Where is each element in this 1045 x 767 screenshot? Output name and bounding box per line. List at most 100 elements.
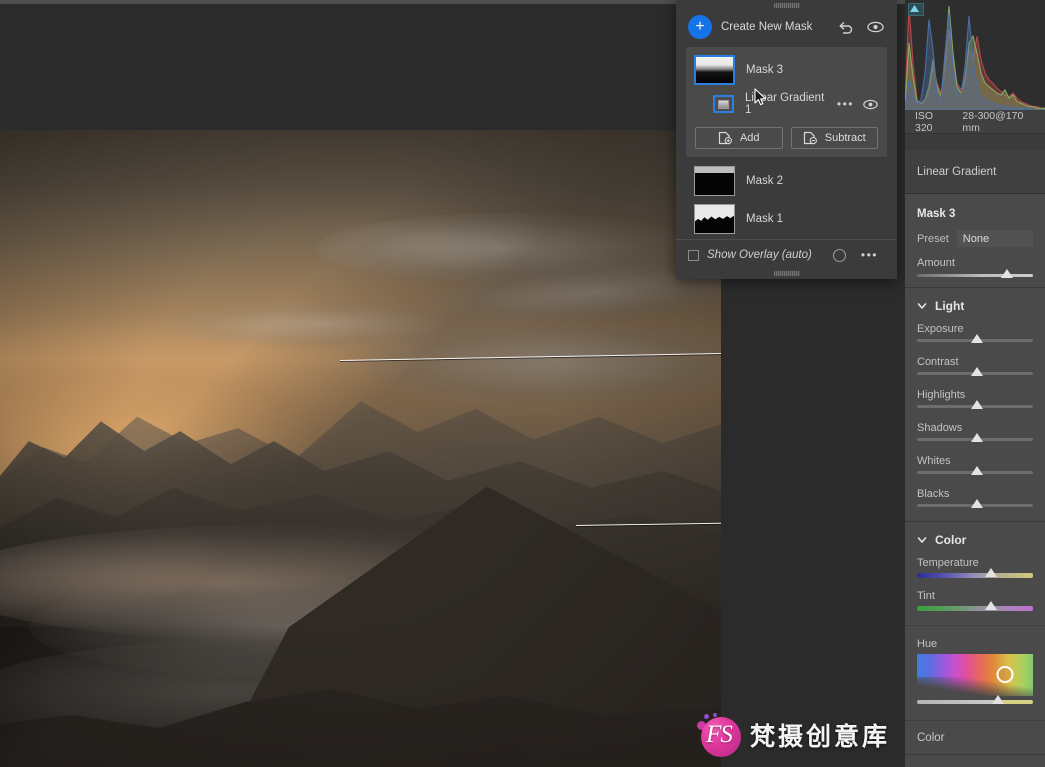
mask-row-mask-1[interactable]: Mask 1 <box>686 200 887 238</box>
mask-thumbnail[interactable] <box>694 204 735 234</box>
mask-list: Mask 3 Linear Gradient 1 ••• Add Subtrac… <box>676 47 897 238</box>
mask-row-mask-3[interactable]: Mask 3 <box>686 51 887 89</box>
show-overlay-checkbox[interactable] <box>688 249 699 261</box>
mask-thumbnail[interactable] <box>694 55 735 85</box>
mask-settings-section: Mask 3 Preset None Amount <box>905 194 1045 287</box>
hue-base-track[interactable] <box>917 695 1033 704</box>
tint-knob[interactable] <box>985 601 998 610</box>
chevron-down-icon <box>917 537 927 543</box>
color-swatch-row[interactable]: Color <box>905 720 1045 754</box>
hue-spectrum[interactable] <box>917 654 1033 696</box>
preset-row: Preset None <box>905 230 1045 257</box>
mask-thumb-top-bar <box>695 167 734 173</box>
eye-icon[interactable] <box>865 18 885 36</box>
photo-vignette <box>0 130 721 767</box>
tint-label: Tint <box>917 590 935 602</box>
preset-dropdown[interactable]: None <box>956 230 1033 247</box>
create-new-mask-label[interactable]: Create New Mask <box>721 21 827 33</box>
amount-track[interactable] <box>917 269 1033 278</box>
hue-knob[interactable] <box>996 666 1014 683</box>
color-section-title: Color <box>935 533 967 547</box>
light-slider-highlights[interactable]: Highlights <box>905 389 1045 422</box>
photo-preview[interactable] <box>0 130 721 767</box>
light-slider-track[interactable] <box>917 334 1033 343</box>
preset-label: Preset <box>917 232 949 245</box>
panel-drag-handle-bottom[interactable] <box>773 271 800 276</box>
light-slider-shadows[interactable]: Shadows <box>905 422 1045 455</box>
light-slider-track[interactable] <box>917 433 1033 442</box>
light-slider-knob[interactable] <box>971 334 984 343</box>
lens-value: 28-300@170 mm <box>962 109 1024 134</box>
photo-image <box>0 130 721 767</box>
light-slider-track[interactable] <box>917 499 1033 508</box>
curve-section-header[interactable]: Curve <box>905 754 1045 767</box>
sub-mask-row-linear-gradient-1[interactable]: Linear Gradient 1 ••• <box>686 88 887 119</box>
shadow-clipping-icon[interactable] <box>908 3 924 16</box>
right-sidebar: ISO 320 28-300@170 mm Linear Gradient Ma… <box>905 0 1045 767</box>
active-tool-label: Linear Gradient <box>905 150 1045 194</box>
light-slider-track[interactable] <box>917 400 1033 409</box>
hue-fade-mask <box>917 676 1033 696</box>
tint-track[interactable] <box>917 601 1033 611</box>
watermark: FS 梵摄创意库 <box>697 713 890 757</box>
light-slider-whites[interactable]: Whites <box>905 455 1045 488</box>
undo-icon[interactable] <box>836 18 856 36</box>
light-slider-blacks[interactable]: Blacks <box>905 488 1045 521</box>
mask-label: Mask 1 <box>746 213 784 225</box>
lightroom-masking-window: FS 梵摄创意库 + Create New Mask Mask 3 Linear… <box>0 0 1045 767</box>
amount-slider[interactable]: Amount <box>905 257 1045 287</box>
hue-base-knob[interactable] <box>992 695 1005 704</box>
show-overlay-label[interactable]: Show Overlay (auto) <box>707 249 825 261</box>
hue-slider[interactable]: Hue <box>905 625 1045 710</box>
add-shape-icon <box>718 131 732 145</box>
temperature-track[interactable] <box>917 568 1033 578</box>
light-slider-list: Exposure Contrast Highlights Shadows Whites B… <box>905 323 1045 521</box>
tint-slider[interactable]: Tint <box>905 584 1045 617</box>
add-button-label: Add <box>739 132 760 144</box>
histogram-panel[interactable] <box>905 0 1045 110</box>
masks-panel-more-button[interactable]: ••• <box>854 248 885 262</box>
temperature-slider[interactable]: Temperature <box>905 557 1045 584</box>
light-section-title: Light <box>935 299 965 313</box>
chevron-down-icon <box>917 303 927 309</box>
iso-value: ISO 320 <box>915 109 934 134</box>
masks-panel-footer: Show Overlay (auto) ••• <box>676 239 897 268</box>
watermark-text: 梵摄创意库 <box>750 722 891 751</box>
light-section-header[interactable]: Light <box>905 287 1045 323</box>
mask-thumb-gradient <box>696 57 733 83</box>
light-slider-knob[interactable] <box>971 400 984 409</box>
overlay-reset-circle-icon[interactable] <box>832 248 846 262</box>
add-subtract-row: Add Subtract <box>686 119 887 149</box>
mask-row-mask-2[interactable]: Mask 2 <box>686 162 887 200</box>
light-slider-track[interactable] <box>917 466 1033 475</box>
sub-mask-eye-icon[interactable] <box>861 99 879 110</box>
sub-mask-more-button[interactable]: ••• <box>830 97 861 111</box>
sub-mask-label: Linear Gradient 1 <box>745 92 825 116</box>
light-slider-track[interactable] <box>917 367 1033 376</box>
light-slider-knob[interactable] <box>971 466 984 475</box>
mask-thumb-body <box>695 173 734 195</box>
light-slider-knob[interactable] <box>971 499 984 508</box>
amount-knob[interactable] <box>1001 269 1014 278</box>
curve-section: Curve <box>905 754 1045 767</box>
color-section-header[interactable]: Color <box>905 521 1045 557</box>
light-slider-contrast[interactable]: Contrast <box>905 356 1045 389</box>
mask-thumbnail[interactable] <box>694 166 735 196</box>
mask-group-selected: Mask 3 Linear Gradient 1 ••• Add Subtrac… <box>686 47 887 157</box>
light-slider-exposure[interactable]: Exposure <box>905 323 1045 356</box>
light-slider-knob[interactable] <box>971 433 984 442</box>
subtract-button-label: Subtract <box>824 132 866 144</box>
light-section: Light Exposure Contrast Highlights Shadows W… <box>905 287 1045 521</box>
mask-label: Mask 2 <box>746 175 784 187</box>
temperature-knob[interactable] <box>985 568 998 577</box>
hue-label: Hue <box>917 638 938 650</box>
create-new-mask-button[interactable]: + <box>688 15 712 39</box>
masks-panel-header: + Create New Mask <box>676 8 897 47</box>
histogram-chart <box>905 5 1045 110</box>
add-mask-button[interactable]: Add <box>695 127 783 149</box>
subtract-shape-icon <box>803 131 817 145</box>
subtract-mask-button[interactable]: Subtract <box>790 127 878 149</box>
temperature-label: Temperature <box>917 557 979 569</box>
light-slider-knob[interactable] <box>971 367 984 376</box>
sub-mask-thumbnail[interactable] <box>713 95 734 113</box>
